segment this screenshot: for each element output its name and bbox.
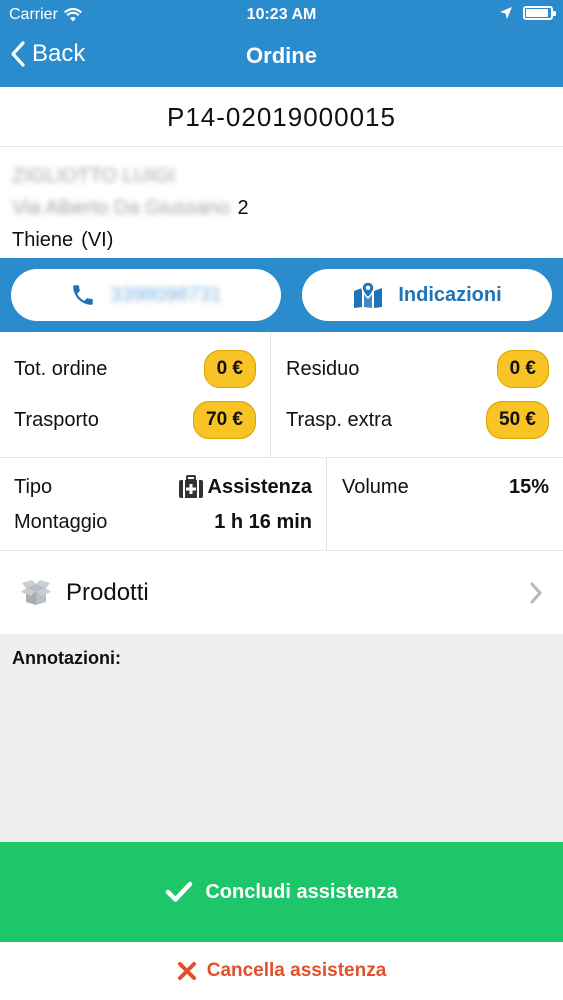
customer-province: (VI) <box>81 228 114 251</box>
back-label: Back <box>32 40 86 67</box>
chevron-left-icon <box>11 41 25 67</box>
volume-value: 15% <box>508 475 549 498</box>
directions-label: Indicazioni <box>398 283 502 306</box>
tipo-row: Tipo Assistenza <box>0 470 326 504</box>
notes-area[interactable]: Annotazioni: <box>0 634 563 842</box>
trasporto-row: Trasporto 70 € <box>0 395 270 445</box>
cancel-label: Cancella assistenza <box>206 960 387 981</box>
call-button[interactable]: 3398098731 <box>11 269 281 321</box>
customer-street: Via Alberto Da Giussano <box>12 196 230 219</box>
conclude-label: Concludi assistenza <box>205 880 398 903</box>
tot-ordine-badge: 0 € <box>203 350 256 388</box>
montaggio-label: Montaggio <box>14 510 108 533</box>
trasp-extra-badge: 50 € <box>486 401 549 439</box>
tipo-value: Assistenza <box>207 475 313 498</box>
tipo-value-wrapper: Assistenza <box>178 475 313 499</box>
check-icon <box>166 881 193 902</box>
location-arrow-icon <box>500 7 512 19</box>
info-right-column: Volume 15% <box>328 458 563 551</box>
customer-name-line: ZIGLIOTTO LUIGI <box>12 160 551 192</box>
first-aid-kit-icon <box>178 475 203 498</box>
order-info-panel: Tipo Assistenza Montaggio 1 h 16 min Vol… <box>0 458 563 551</box>
products-label: Prodotti <box>66 579 149 606</box>
directions-button[interactable]: Indicazioni <box>302 269 552 321</box>
montaggio-row: Montaggio 1 h 16 min <box>0 505 326 539</box>
phone-number: 3398098731 <box>110 283 222 306</box>
residuo-badge: 0 € <box>496 350 549 388</box>
map-marker-icon <box>354 281 383 308</box>
volume-row: Volume 15% <box>328 470 563 504</box>
montaggio-value: 1 h 16 min <box>214 510 312 533</box>
navigation-bar: Back Ordine <box>0 30 563 87</box>
battery-icon <box>523 6 556 20</box>
status-time: 10:23 AM <box>246 6 317 23</box>
notes-label: Annotazioni: <box>12 648 121 668</box>
action-bar: 3398098731 Indicazioni <box>0 258 563 332</box>
volume-label: Volume <box>342 475 409 498</box>
status-right <box>499 6 556 20</box>
customer-street-line: Via Alberto Da Giussano 2 <box>12 192 551 224</box>
customer-city-line: Thiene (VI) <box>12 224 551 256</box>
conclude-assistance-button[interactable]: Concludi assistenza <box>0 842 563 942</box>
totals-left-column: Tot. ordine 0 € Trasporto 70 € <box>0 332 271 458</box>
info-left-column: Tipo Assistenza Montaggio 1 h 16 min <box>0 458 327 551</box>
products-row[interactable]: Prodotti <box>0 552 563 634</box>
residuo-row: Residuo 0 € <box>272 344 563 394</box>
trasporto-badge: 70 € <box>193 401 256 439</box>
close-icon <box>177 962 196 980</box>
totals-right-column: Residuo 0 € Trasp. extra 50 € <box>272 332 563 458</box>
tot-ordine-row: Tot. ordine 0 € <box>0 344 270 394</box>
box-open-icon <box>21 580 51 605</box>
trasp-extra-label: Trasp. extra <box>286 408 392 431</box>
customer-address: ZIGLIOTTO LUIGI Via Alberto Da Giussano … <box>0 148 563 258</box>
customer-name: ZIGLIOTTO LUIGI <box>12 164 175 187</box>
order-code: P14-02019000015 <box>0 87 563 147</box>
back-button[interactable]: Back <box>10 40 85 68</box>
customer-city: Thiene <box>12 228 74 251</box>
status-bar: Carrier 10:23 AM <box>0 0 563 30</box>
totals-panel: Tot. ordine 0 € Trasporto 70 € Residuo 0… <box>0 332 563 458</box>
phone-icon <box>73 285 94 305</box>
cancel-assistance-button[interactable]: Cancella assistenza <box>0 942 563 1000</box>
tipo-label: Tipo <box>14 475 53 498</box>
tot-ordine-label: Tot. ordine <box>14 357 108 380</box>
customer-street-number: 2 <box>237 196 249 219</box>
trasporto-label: Trasporto <box>14 408 99 431</box>
residuo-label: Residuo <box>286 357 360 380</box>
trasp-extra-row: Trasp. extra 50 € <box>272 395 563 445</box>
chevron-right-icon <box>530 582 542 604</box>
